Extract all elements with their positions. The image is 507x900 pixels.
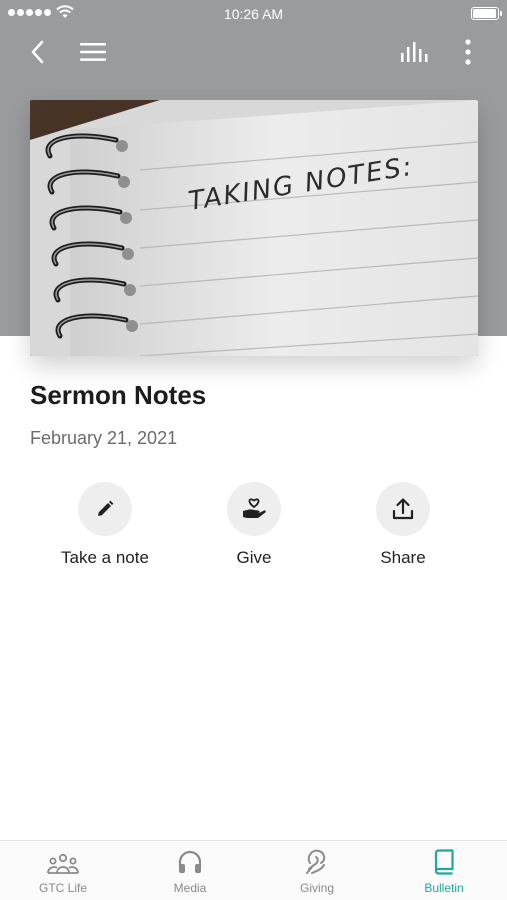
give-icon-circle [227,482,281,536]
audio-bars-icon [401,42,428,62]
hand-heart-icon [243,498,266,518]
people-group-icon [47,853,79,874]
more-vertical-icon [465,39,471,65]
give-label: Give [236,548,272,567]
top-nav-bar [0,30,507,74]
take-a-note-label: Take a note [61,548,149,567]
chevron-left-icon [31,40,44,64]
page-title: Sermon Notes [30,380,207,410]
tab-gtc-life-label: GTC Life [38,881,87,895]
take-a-note-button[interactable]: Take a note [35,482,175,568]
sermon-date: February 21, 2021 [30,428,178,448]
take-a-note-icon-circle [78,482,132,536]
audio-button[interactable] [395,30,435,74]
tab-media-label: Media [173,881,207,895]
status-time: 10:26 AM [223,6,284,22]
share-icon-circle [376,482,430,536]
give-button[interactable]: Give [184,482,324,568]
share-button[interactable]: Share [333,482,473,568]
tab-giving[interactable]: Giving [254,841,380,900]
tab-media[interactable]: Media [127,841,253,900]
more-options-button[interactable] [448,30,488,74]
hamburger-menu-icon [80,43,106,61]
tab-bulletin[interactable]: Bulletin [381,841,507,900]
giving-icon [306,849,326,874]
pencil-icon [98,500,114,516]
menu-button[interactable] [73,30,113,74]
book-icon [434,849,454,875]
status-bar: 10:26 AM [0,0,507,28]
tab-gtc-life[interactable]: GTC Life [0,841,126,900]
bottom-tab-bar: GTC Life Media Giving Bulletin [0,840,507,900]
action-row: Take a note Give Share [0,482,507,582]
tab-bulletin-label: Bulletin [424,881,464,895]
back-button[interactable] [18,30,58,74]
sermon-notes-image: TAKING NOTES: [30,100,478,356]
tab-giving-label: Giving [299,881,334,895]
share-upload-icon [392,498,414,520]
share-label: Share [380,548,426,567]
headphones-icon [178,850,202,873]
battery-icon [471,7,502,20]
